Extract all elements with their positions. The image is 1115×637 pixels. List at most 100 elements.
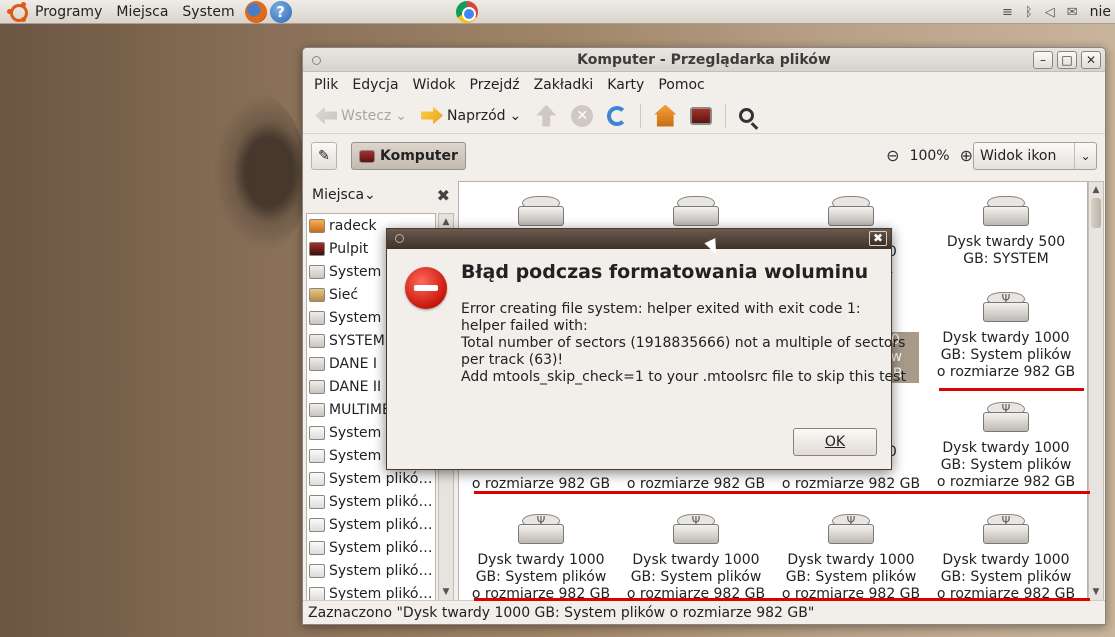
error-icon	[405, 267, 447, 309]
back-button[interactable]: Wstecz ⌄	[311, 101, 411, 131]
window-titlebar[interactable]: Komputer - Przeglądarka plików – □ ✕	[303, 48, 1105, 72]
sidebar-header[interactable]: Miejsca ⌄ ✖	[306, 181, 454, 209]
desktop-icon	[309, 241, 325, 256]
close-sidebar-icon[interactable]: ✖	[437, 186, 450, 205]
reload-icon	[607, 105, 628, 126]
menu-miejsca[interactable]: Miejsca	[109, 4, 175, 20]
firefox-launcher-icon[interactable]	[244, 0, 267, 23]
toolbar-separator	[640, 103, 642, 128]
up-button[interactable]	[531, 101, 561, 131]
ubuntu-logo-icon[interactable]	[7, 2, 28, 22]
usb-icon	[309, 494, 325, 509]
usb-drive-item[interactable]: Ψ Dysk twardy 1000 GB: System plików o r…	[621, 514, 771, 600]
dialog-message-line: Total number of sectors (1918835666) not…	[461, 335, 906, 351]
forward-label: Naprzód	[447, 107, 506, 124]
ok-button[interactable]: OK	[793, 428, 877, 456]
hard-drive-icon	[518, 196, 564, 230]
bluetooth-icon[interactable]: ᛒ	[1025, 5, 1033, 20]
sidebar-item-label: System p	[329, 309, 395, 326]
menu-karty[interactable]: Karty	[600, 77, 651, 93]
menu-programy[interactable]: Programy	[28, 4, 109, 20]
sidebar-item[interactable]: System plikó…	[307, 582, 435, 600]
back-label: Wstecz	[341, 107, 392, 124]
zoom-in-icon[interactable]: ⊕	[960, 146, 973, 165]
window-menu-icon[interactable]	[312, 56, 321, 65]
view-mode-select[interactable]: Widok ikon ⌄	[973, 142, 1097, 170]
menu-przejdz[interactable]: Przejdź	[463, 77, 527, 93]
computer-button[interactable]	[686, 103, 716, 129]
zoom-level: 100%	[909, 147, 950, 164]
mail-icon[interactable]: ✉	[1067, 5, 1078, 20]
dialog-message-line: Error creating file system: helper exite…	[461, 301, 861, 317]
usb-drive-item[interactable]: Ψ Dysk twardy 1000 GB: System plików o r…	[931, 292, 1081, 381]
system-tray: ≡ ᛒ ◁ ✉ nie	[1002, 0, 1115, 24]
scrollbar-thumb[interactable]	[1091, 198, 1101, 228]
scroll-up-icon[interactable]: ▲	[1089, 182, 1103, 198]
usb-drive-icon: Ψ	[983, 402, 1029, 436]
dialog-titlebar[interactable]: ✖	[387, 229, 891, 249]
usb-icon	[309, 517, 325, 532]
drive-label: Dysk twardy 1000 GB: System plików o roz…	[936, 440, 1076, 490]
sidebar-item[interactable]: System plikó…	[307, 559, 435, 582]
zoom-out-icon[interactable]: ⊖	[886, 146, 899, 165]
usb-drive-icon: Ψ	[828, 514, 874, 548]
help-launcher-icon[interactable]: ?	[269, 0, 292, 23]
stop-button[interactable]: ✕	[567, 101, 597, 131]
home-button[interactable]	[650, 101, 680, 131]
close-button[interactable]: ✕	[1081, 51, 1101, 69]
sidebar-item[interactable]: System plikó…	[307, 490, 435, 513]
chevron-down-icon: ⌄	[364, 187, 376, 203]
network-icon[interactable]: ≡	[1002, 5, 1013, 20]
dialog-close-button[interactable]: ✖	[869, 231, 887, 246]
forward-button[interactable]: Naprzód ⌄	[417, 101, 525, 131]
scroll-down-icon[interactable]: ▼	[439, 584, 453, 600]
search-button[interactable]	[735, 104, 758, 127]
reload-button[interactable]	[603, 102, 631, 130]
sidebar-item-label: Sieć	[329, 286, 359, 303]
dialog-menu-icon[interactable]	[395, 234, 404, 243]
drive-icon	[309, 379, 325, 394]
volume-icon[interactable]: ◁	[1045, 5, 1055, 20]
sidebar-item-label: System p	[329, 263, 395, 280]
edit-location-button[interactable]: ✎	[311, 142, 337, 170]
back-dropdown-icon[interactable]: ⌄	[395, 108, 407, 124]
view-mode-value: Widok ikon	[980, 148, 1057, 164]
path-label: Komputer	[380, 148, 458, 164]
ok-label: OK	[824, 434, 846, 450]
chrome-launcher-icon[interactable]	[456, 1, 478, 23]
menu-system[interactable]: System	[175, 4, 241, 20]
top-panel: Programy Miejsca System ? ≡ ᛒ ◁ ✉ nie	[0, 0, 1115, 24]
folder-icon	[309, 287, 325, 302]
sidebar-item-label: System plikó…	[329, 493, 433, 510]
sidebar-item-label: System p	[329, 424, 395, 441]
sidebar-item[interactable]: System plikó…	[307, 536, 435, 559]
annotation-underline	[939, 388, 1084, 391]
minimize-button[interactable]: –	[1033, 51, 1053, 69]
forward-dropdown-icon[interactable]: ⌄	[510, 108, 522, 124]
menu-edycja[interactable]: Edycja	[345, 77, 405, 93]
menu-plik[interactable]: Plik	[307, 77, 345, 93]
usb-drive-item[interactable]: Ψ Dysk twardy 1000 GB: System plików o r…	[931, 402, 1081, 491]
window-title: Komputer - Przeglądarka plików	[577, 51, 831, 68]
sidebar-item[interactable]: System plikó…	[307, 513, 435, 536]
dialog-message-line: helper failed with:	[461, 318, 588, 334]
usb-drive-item[interactable]: Ψ Dysk twardy 1000 GB: System plików o r…	[931, 514, 1081, 600]
user-name[interactable]: nie	[1090, 4, 1111, 20]
sidebar-header-label: Miejsca	[312, 187, 365, 203]
path-button-komputer[interactable]: Komputer	[351, 142, 466, 170]
maximize-button[interactable]: □	[1057, 51, 1077, 69]
usb-icon	[309, 425, 325, 440]
sidebar-item[interactable]: System plikó…	[307, 467, 435, 490]
menu-pomoc[interactable]: Pomoc	[651, 77, 711, 93]
menu-widok[interactable]: Widok	[406, 77, 463, 93]
drive-icon	[309, 310, 325, 325]
menu-zakladki[interactable]: Zakładki	[527, 77, 601, 93]
scroll-down-icon[interactable]: ▼	[1089, 584, 1103, 600]
annotation-underline	[474, 491, 1090, 494]
usb-drive-item[interactable]: Ψ Dysk twardy 1000 GB: System plików o r…	[466, 514, 616, 600]
home-folder-icon	[654, 104, 677, 127]
drive-item-system[interactable]: Dysk twardy 500 GB: SYSTEM	[931, 196, 1081, 268]
icon-view-scrollbar[interactable]: ▲ ▼	[1088, 181, 1104, 601]
usb-drive-item[interactable]: Ψ Dysk twardy 1000 GB: System plików o r…	[776, 514, 926, 600]
usb-icon	[309, 448, 325, 463]
